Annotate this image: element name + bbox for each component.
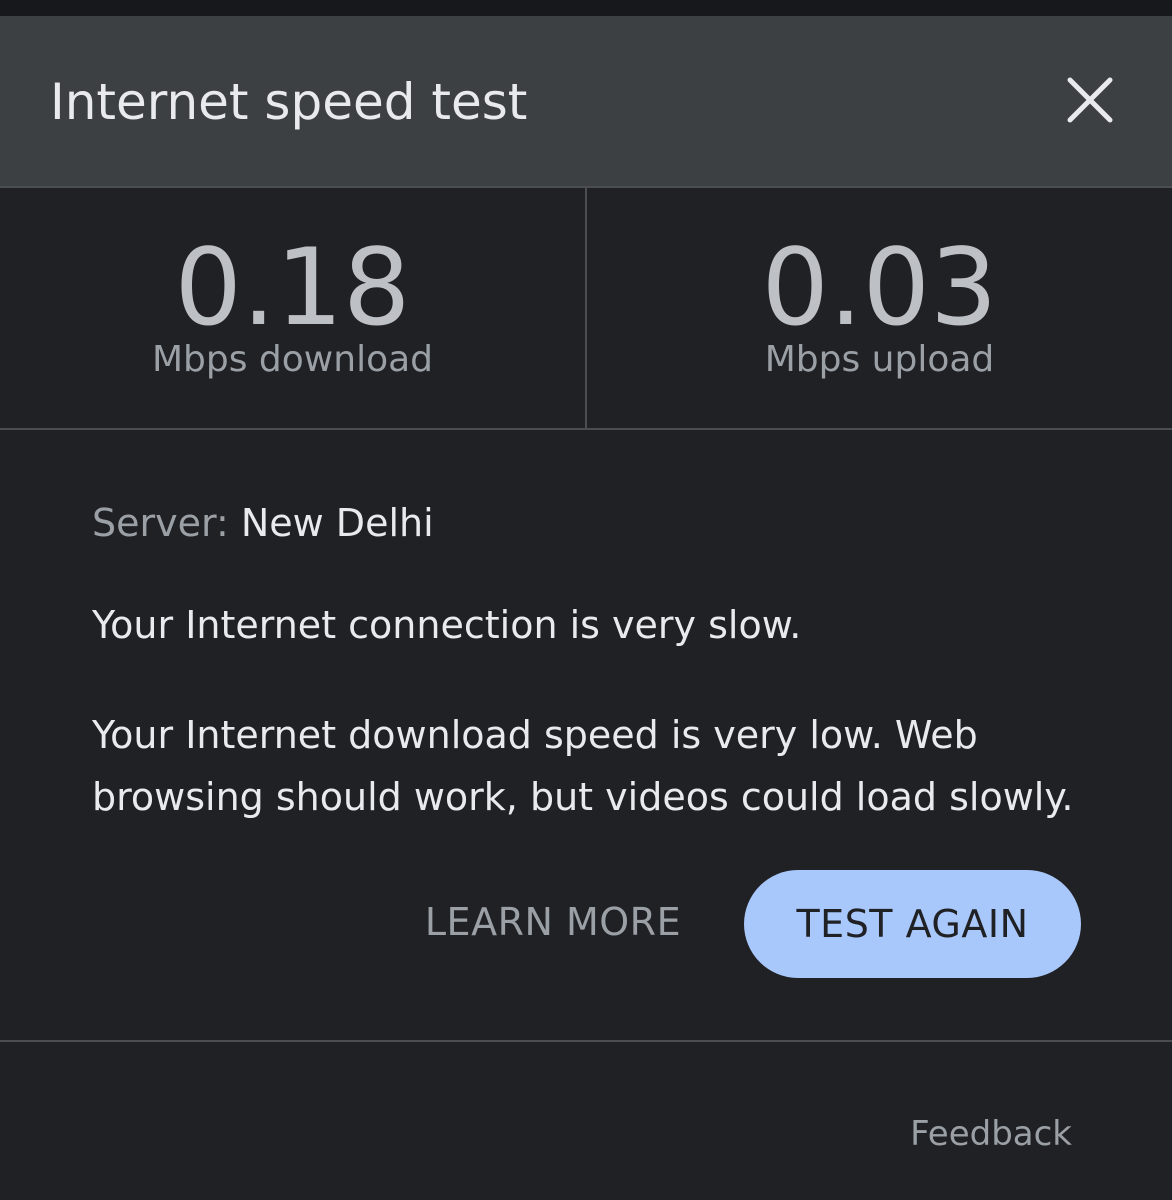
- server-value: New Delhi: [240, 501, 434, 545]
- upload-value: 0.03: [761, 226, 998, 349]
- download-unit: Mbps download: [151, 339, 434, 380]
- close-button[interactable]: [1060, 70, 1120, 130]
- connection-status: Your Internet connection is very slow.: [92, 603, 802, 647]
- server-info: Server: New Delhi: [92, 500, 434, 546]
- download-value: 0.18: [174, 226, 411, 349]
- speed-stats: 0.18 Mbps download 0.03 Mbps upload: [0, 188, 1172, 430]
- dialog-header: Internet speed test: [0, 16, 1172, 188]
- test-again-button[interactable]: TEST AGAIN: [744, 870, 1081, 978]
- feedback-link[interactable]: Feedback: [900, 1112, 1072, 1156]
- download-stat: 0.18 Mbps download: [0, 188, 585, 428]
- server-label: Server:: [92, 501, 229, 545]
- close-icon: [1067, 77, 1113, 123]
- upload-stat: 0.03 Mbps upload: [587, 188, 1172, 428]
- top-strip: [0, 0, 1172, 16]
- result-content: Server: New Delhi Your Internet connecti…: [0, 430, 1172, 1042]
- upload-unit: Mbps upload: [764, 339, 995, 380]
- connection-details: Your Internet download speed is very low…: [92, 713, 1074, 819]
- dialog-title: Internet speed test: [50, 73, 528, 131]
- learn-more-button[interactable]: LEARN MORE: [410, 894, 696, 950]
